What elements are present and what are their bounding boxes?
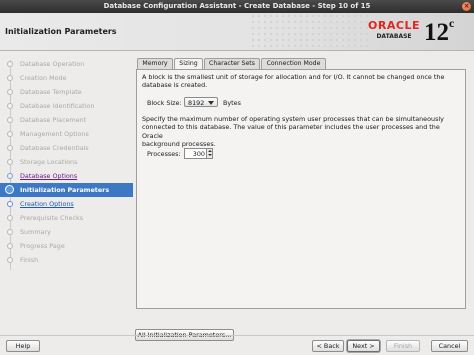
processes-description: Specify the maximum number of operating … <box>142 115 462 148</box>
step-database-options[interactable]: Database Options <box>0 169 133 183</box>
step-dot-icon <box>7 159 13 165</box>
step-dot-icon <box>7 243 13 249</box>
processes-value: 300 <box>192 150 205 158</box>
step-progress-page: Progress Page <box>0 239 133 253</box>
step-database-identification: Database Identification <box>0 99 133 113</box>
window-titlebar: Database Configuration Assistant - Creat… <box>0 0 474 13</box>
step-database-credentials: Database Credentials <box>0 141 133 155</box>
step-dot-icon <box>7 131 13 137</box>
step-dot-icon <box>7 215 13 221</box>
step-label: Database Template <box>20 88 82 96</box>
step-label: Database Credentials <box>20 144 89 152</box>
step-label: Creation Mode <box>20 74 67 82</box>
step-management-options: Management Options <box>0 127 133 141</box>
processes-stepper[interactable]: 300 <box>184 148 213 159</box>
block-size-select[interactable]: 8192 <box>184 97 218 107</box>
cancel-button[interactable]: Cancel <box>431 340 468 352</box>
steps-sidebar: Database Operation Creation Mode Databas… <box>0 52 133 330</box>
window-title: Database Configuration Assistant - Creat… <box>103 2 371 10</box>
step-summary: Summary <box>0 225 133 239</box>
tab-memory[interactable]: Memory <box>137 58 173 69</box>
step-prerequisite-checks: Prerequisite Checks <box>0 211 133 225</box>
step-label: Progress Page <box>20 242 65 250</box>
step-dot-icon <box>7 229 13 235</box>
step-label: Initialization Parameters <box>20 186 110 194</box>
step-database-placement: Database Placement <box>0 113 133 127</box>
step-creation-mode: Creation Mode <box>0 71 133 85</box>
version-badge: 12c <box>424 16 454 47</box>
step-dot-icon <box>7 89 13 95</box>
processes-desc-line: Specify the maximum number of operating … <box>142 115 444 123</box>
step-label: Finish <box>20 256 39 264</box>
close-icon[interactable]: × <box>462 2 471 11</box>
oracle-logo-sub: DATABASE <box>376 33 412 40</box>
step-current-icon <box>5 185 14 194</box>
step-label: Prerequisite Checks <box>20 214 84 222</box>
step-creation-options[interactable]: Creation Options <box>0 197 133 211</box>
stepper-buttons[interactable] <box>206 149 212 158</box>
chevron-down-icon <box>208 101 214 105</box>
sizing-tab-content: A block is the smallest unit of storage … <box>136 69 466 309</box>
footer-divider <box>0 335 474 336</box>
processes-desc-line: background processes. <box>142 139 216 148</box>
dbca-window: Initialization Parameters ORACLE DATABAS… <box>0 13 474 355</box>
block-size-value: 8192 <box>188 99 205 107</box>
header-dot-pattern <box>250 13 370 51</box>
step-dot-icon <box>7 201 13 207</box>
tab-character-sets[interactable]: Character Sets <box>204 58 260 69</box>
oracle-logo-word: ORACLE <box>368 19 420 32</box>
step-label: Database Options <box>20 172 78 180</box>
finish-button[interactable]: Finish <box>386 340 420 352</box>
chevron-up-icon[interactable] <box>208 150 212 152</box>
step-label: Database Identification <box>20 102 95 110</box>
step-label: Summary <box>20 228 51 236</box>
back-button[interactable]: < Back <box>312 340 344 352</box>
step-dot-icon <box>7 145 13 151</box>
step-storage-locations: Storage Locations <box>0 155 133 169</box>
step-dot-icon <box>7 61 13 67</box>
oracle-logo: ORACLE DATABASE <box>364 19 424 45</box>
step-label: Database Placement <box>20 116 87 124</box>
block-size-description: A block is the smallest unit of storage … <box>142 73 462 90</box>
main-panel: Memory Sizing Character Sets Connection … <box>133 56 470 342</box>
step-label: Storage Locations <box>20 158 78 166</box>
step-label: Database Operation <box>20 60 85 68</box>
step-dot-icon <box>7 103 13 109</box>
step-label: Management Options <box>20 130 89 138</box>
next-button[interactable]: Next > <box>347 340 380 352</box>
step-label: Creation Options <box>20 200 74 208</box>
processes-desc-line: connected to this database. The value of… <box>142 123 440 140</box>
version-number: 12 <box>424 19 449 46</box>
help-button[interactable]: Help <box>6 340 40 352</box>
step-finish: Finish <box>0 253 133 267</box>
header-banner: Initialization Parameters ORACLE DATABAS… <box>0 13 474 51</box>
processes-label: Processes: <box>147 150 181 158</box>
step-dot-icon <box>7 257 13 263</box>
block-size-units: Bytes <box>223 99 241 107</box>
step-dot-icon <box>7 173 13 179</box>
tab-connection-mode[interactable]: Connection Mode <box>261 58 326 69</box>
page-title: Initialization Parameters <box>5 27 117 36</box>
step-dot-icon <box>7 75 13 81</box>
block-size-label: Block Size: <box>147 99 182 107</box>
step-initialization-parameters[interactable]: Initialization Parameters <box>0 183 133 197</box>
step-dot-icon <box>7 117 13 123</box>
version-letter: c <box>449 16 455 30</box>
step-database-operation: Database Operation <box>0 57 133 71</box>
chevron-down-icon[interactable] <box>208 154 212 156</box>
block-desc-line: A block is the smallest unit of storage … <box>142 73 445 81</box>
block-desc-line: database is created. <box>142 81 208 90</box>
step-database-template: Database Template <box>0 85 133 99</box>
